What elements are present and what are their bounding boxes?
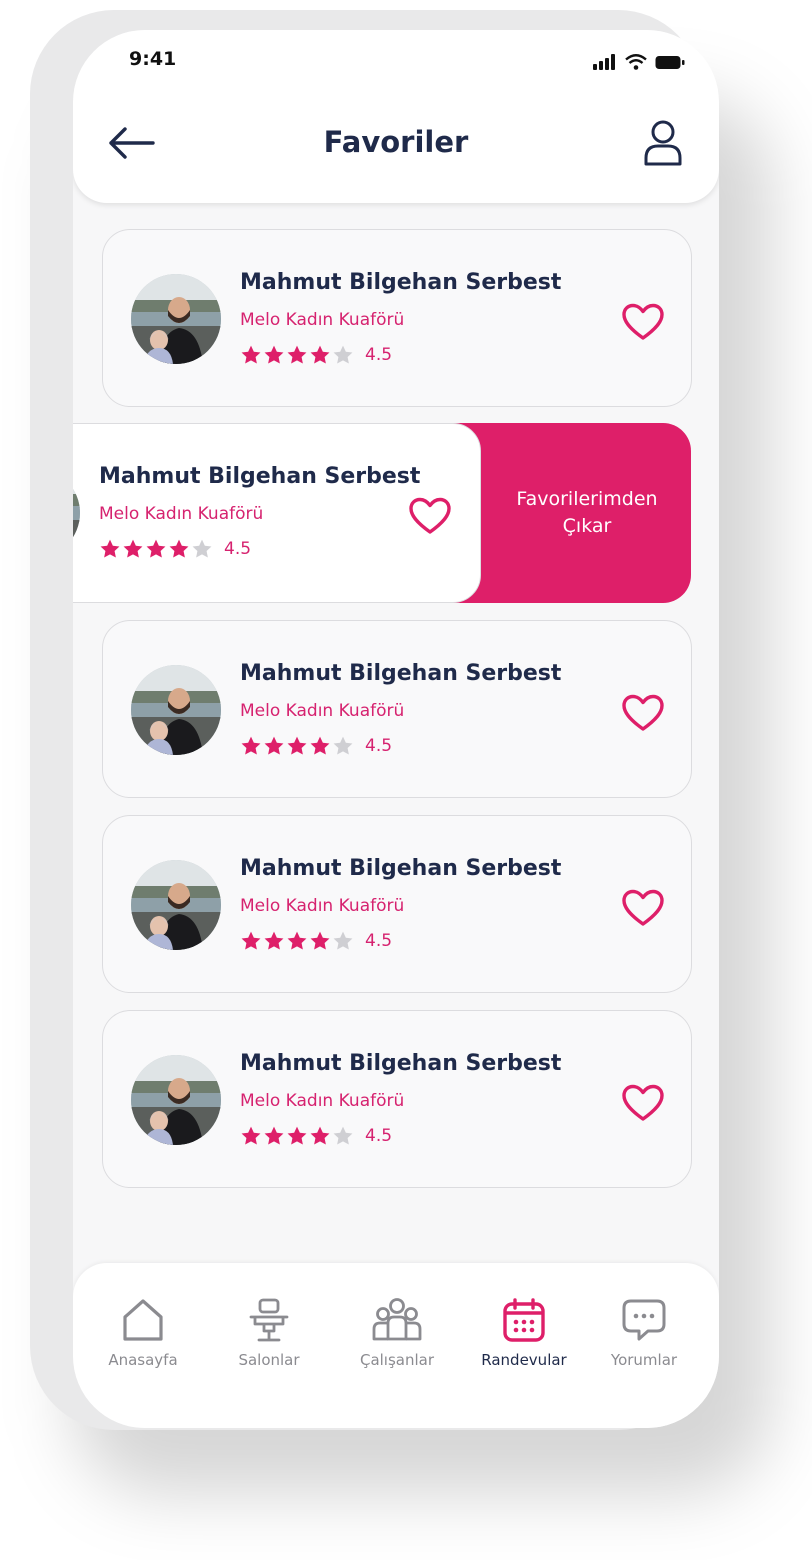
people-icon xyxy=(372,1298,422,1341)
nav-item-randevular[interactable]: Randevular xyxy=(464,1297,584,1369)
star-empty-icon xyxy=(332,735,354,757)
rating-value: 4.5 xyxy=(365,931,393,951)
star-empty-icon xyxy=(332,930,354,952)
nav-item-salonlar[interactable]: Salonlar xyxy=(209,1297,329,1369)
star-filled-icon xyxy=(309,344,331,366)
star-filled-icon xyxy=(263,1125,285,1147)
employee-name: Mahmut Bilgehan Serbest xyxy=(99,464,421,489)
star-filled-icon xyxy=(99,538,121,560)
chat-icon xyxy=(622,1299,666,1341)
salon-name: Melo Kadın Kuaförü xyxy=(240,701,405,721)
salon-name: Melo Kadın Kuaförü xyxy=(99,504,264,524)
page-title: Favoriler xyxy=(323,125,469,159)
heart-icon[interactable] xyxy=(621,888,665,928)
star-filled-icon xyxy=(240,735,262,757)
avatar xyxy=(131,1055,221,1145)
calendar-icon xyxy=(503,1298,545,1342)
nav-label: Yorumlar xyxy=(610,1351,678,1369)
rating: 4.5 xyxy=(240,930,392,952)
status-time: 9:41 xyxy=(129,48,177,70)
battery-icon xyxy=(655,55,685,69)
star-filled-icon xyxy=(286,344,308,366)
heart-icon[interactable] xyxy=(621,693,665,733)
star-empty-icon xyxy=(191,538,213,560)
nav-label: Çalışanlar xyxy=(359,1351,435,1369)
rating-value: 4.5 xyxy=(365,736,393,756)
rating-value: 4.5 xyxy=(365,345,393,365)
nav-label: Salonlar xyxy=(238,1351,300,1369)
wifi-icon xyxy=(625,54,647,70)
heart-icon[interactable] xyxy=(621,302,665,342)
favorite-card[interactable]: Mahmut Bilgehan Serbest Melo Kadın Kuafö… xyxy=(102,815,692,993)
bottom-navigation: Anasayfa Salonlar Çalışanlar Randevular … xyxy=(73,1263,719,1428)
star-filled-icon xyxy=(168,538,190,560)
star-filled-icon xyxy=(122,538,144,560)
star-filled-icon xyxy=(263,344,285,366)
heart-icon[interactable] xyxy=(621,1083,665,1123)
star-filled-icon xyxy=(309,1125,331,1147)
employee-name: Mahmut Bilgehan Serbest xyxy=(240,1051,562,1076)
profile-icon[interactable] xyxy=(643,120,683,166)
star-filled-icon xyxy=(286,930,308,952)
favorite-card[interactable]: Mahmut Bilgehan Serbest Melo Kadın Kuafö… xyxy=(102,620,692,798)
favorite-card[interactable]: Mahmut Bilgehan Serbest Melo Kadın Kuafö… xyxy=(102,229,692,407)
favorite-card-swiped[interactable]: Mahmut Bilgehan Serbest Melo Kadın Kuafö… xyxy=(73,423,481,603)
rating-value: 4.5 xyxy=(365,1126,393,1146)
nav-item-yorumlar[interactable]: Yorumlar xyxy=(584,1297,704,1369)
star-filled-icon xyxy=(240,344,262,366)
employee-name: Mahmut Bilgehan Serbest xyxy=(240,856,562,881)
star-filled-icon xyxy=(240,930,262,952)
star-empty-icon xyxy=(332,344,354,366)
rating: 4.5 xyxy=(240,735,392,757)
rating: 4.5 xyxy=(240,344,392,366)
nav-item-calisanlar[interactable]: Çalışanlar xyxy=(337,1297,457,1369)
employee-name: Mahmut Bilgehan Serbest xyxy=(240,661,562,686)
home-icon xyxy=(123,1299,163,1341)
salon-name: Melo Kadın Kuaförü xyxy=(240,1091,405,1111)
salon-name: Melo Kadın Kuaförü xyxy=(240,896,405,916)
rating-value: 4.5 xyxy=(224,539,252,559)
heart-icon[interactable] xyxy=(408,496,452,536)
star-filled-icon xyxy=(263,930,285,952)
star-filled-icon xyxy=(263,735,285,757)
employee-name: Mahmut Bilgehan Serbest xyxy=(240,270,562,295)
salon-name: Melo Kadın Kuaförü xyxy=(240,310,405,330)
avatar xyxy=(73,468,80,558)
star-filled-icon xyxy=(145,538,167,560)
device-frame: Mahmut Bilgehan Serbest Melo Kadın Kuafö… xyxy=(30,10,719,1430)
nav-label: Anasayfa xyxy=(108,1351,178,1369)
star-filled-icon xyxy=(309,735,331,757)
remove-favorite-label[interactable]: Favorilerimden Çıkar xyxy=(483,423,691,603)
app-screen: Mahmut Bilgehan Serbest Melo Kadın Kuafö… xyxy=(73,30,719,1428)
avatar xyxy=(131,860,221,950)
rating: 4.5 xyxy=(240,1125,392,1147)
star-filled-icon xyxy=(240,1125,262,1147)
salon-chair-icon xyxy=(249,1298,289,1342)
status-icons xyxy=(593,54,685,70)
favorite-card[interactable]: Mahmut Bilgehan Serbest Melo Kadın Kuafö… xyxy=(102,1010,692,1188)
signal-icon xyxy=(593,54,615,70)
star-empty-icon xyxy=(332,1125,354,1147)
avatar xyxy=(131,665,221,755)
star-filled-icon xyxy=(286,1125,308,1147)
app-header: 9:41 Favoriler xyxy=(73,30,719,203)
avatar xyxy=(131,274,221,364)
swiped-favorite-row: Favorilerimden Çıkar Mahmut Bilgehan Serb… xyxy=(73,423,691,603)
nav-item-anasayfa[interactable]: Anasayfa xyxy=(83,1297,203,1369)
star-filled-icon xyxy=(309,930,331,952)
nav-label: Randevular xyxy=(481,1351,567,1369)
star-filled-icon xyxy=(286,735,308,757)
rating: 4.5 xyxy=(99,538,251,560)
